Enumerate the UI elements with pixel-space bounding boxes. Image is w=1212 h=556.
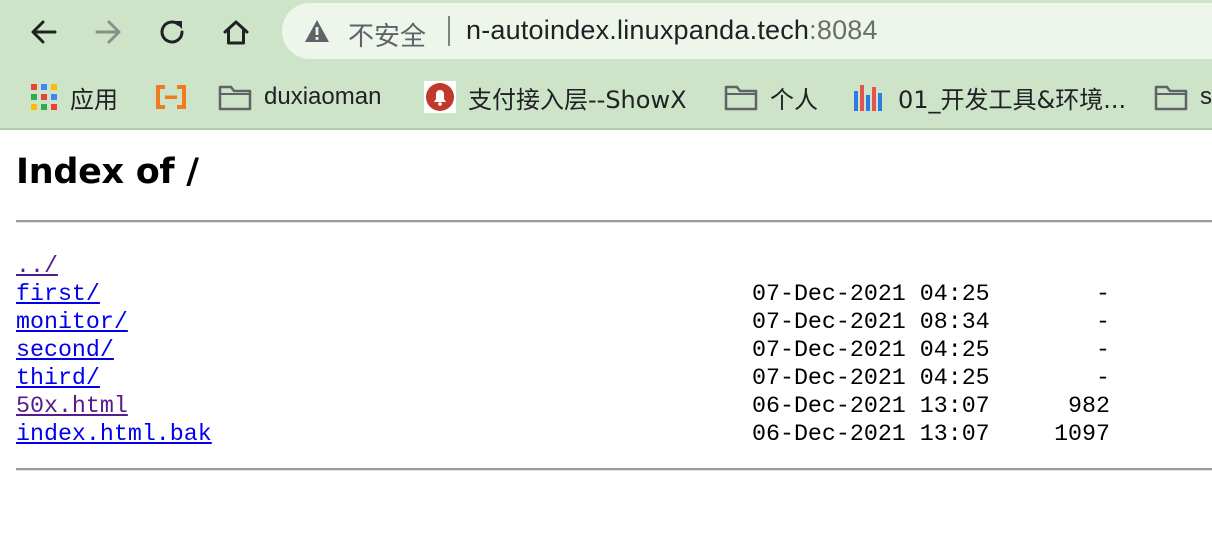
file-link[interactable]: ../	[16, 253, 58, 279]
bracket-logo-icon	[156, 85, 186, 109]
file-date: 07-Dec-2021 04:25	[752, 337, 990, 363]
reload-icon	[160, 20, 184, 44]
bookmark-label: 01_开发工具&环境...	[898, 85, 1127, 114]
browser-chrome: 不安全 n-autoindex.linuxpanda.tech:8084 应用 …	[0, 0, 1212, 130]
bell-logo-icon	[424, 81, 456, 113]
file-link[interactable]: 50x.html	[16, 393, 128, 419]
file-link[interactable]: monitor/	[16, 309, 128, 335]
bottom-divider	[16, 468, 1212, 471]
listing-row: third/07-Dec-2021 04:25 -	[16, 364, 1110, 392]
top-divider	[16, 220, 1212, 223]
folder-icon	[218, 85, 252, 111]
home-button[interactable]	[216, 12, 256, 52]
file-link[interactable]: first/	[16, 281, 100, 307]
page-title: Index of /	[16, 152, 199, 192]
file-date: 06-Dec-2021 13:07	[752, 393, 990, 419]
url-host: n-autoindex.linuxpanda.tech	[466, 15, 810, 45]
bookmark-apps[interactable]: 应用	[30, 78, 118, 116]
reload-button[interactable]	[152, 12, 192, 52]
listing-row: monitor/07-Dec-2021 08:34 -	[16, 308, 1110, 336]
file-link[interactable]: third/	[16, 365, 100, 391]
file-size: -	[1096, 337, 1110, 363]
file-size: -	[1096, 281, 1110, 307]
bookmark-showx[interactable]: 支付接入层--ShowX	[424, 78, 687, 116]
listing-row: first/07-Dec-2021 04:25 -	[16, 280, 1110, 308]
bookmark-label: s	[1200, 83, 1212, 110]
bookmark-s[interactable]: s	[1154, 78, 1212, 116]
file-date: 07-Dec-2021 04:25	[752, 365, 990, 391]
file-listing: ../first/07-Dec-2021 04:25- monitor/07-De…	[16, 252, 1110, 448]
back-button[interactable]	[24, 12, 64, 52]
file-link[interactable]: second/	[16, 337, 114, 363]
file-size: 1097	[1054, 421, 1110, 447]
arrow-left-icon	[31, 20, 57, 44]
warning-triangle-icon[interactable]	[304, 19, 330, 43]
file-size: 982	[1068, 393, 1110, 419]
bookmark-duxiaoman[interactable]: duxiaoman	[218, 78, 381, 116]
arrow-right-icon	[95, 20, 121, 44]
url-text[interactable]: n-autoindex.linuxpanda.tech:8084	[466, 15, 878, 46]
bookmark-label: 应用	[70, 85, 118, 114]
file-size: -	[1096, 365, 1110, 391]
folder-icon	[1154, 85, 1188, 111]
url-port: :8084	[809, 15, 878, 45]
bookmark-bracket[interactable]	[154, 78, 188, 116]
listing-row: ../	[16, 252, 212, 280]
bookmark-devtools[interactable]: 01_开发工具&环境...	[852, 78, 1126, 116]
folder-icon	[724, 85, 758, 111]
forward-button[interactable]	[88, 12, 128, 52]
bookmark-label: duxiaoman	[264, 83, 382, 110]
wiki-logo-icon	[854, 85, 882, 111]
file-date: 07-Dec-2021 04:25	[752, 281, 990, 307]
file-size: -	[1096, 309, 1110, 335]
bookmark-label: 个人	[770, 85, 818, 114]
file-link[interactable]: index.html.bak	[16, 421, 212, 447]
listing-row: 50x.html 06-Dec-2021 13:07 982	[16, 392, 1110, 420]
bookmark-label: 支付接入层--ShowX	[468, 85, 687, 114]
file-date: 06-Dec-2021 13:07	[752, 421, 990, 447]
omnibox-separator	[448, 16, 450, 46]
home-icon	[223, 20, 249, 45]
apps-grid-icon	[31, 84, 57, 110]
listing-row: index.html.bak 06-Dec-2021 13:07 1097	[16, 420, 1110, 448]
address-bar[interactable]: 不安全 n-autoindex.linuxpanda.tech:8084	[282, 3, 1212, 59]
file-date: 07-Dec-2021 08:34	[752, 309, 990, 335]
bookmark-personal[interactable]: 个人	[724, 78, 818, 116]
security-label[interactable]: 不安全	[348, 16, 426, 53]
listing-row: second/07-Dec-2021 04:25 -	[16, 336, 1110, 364]
